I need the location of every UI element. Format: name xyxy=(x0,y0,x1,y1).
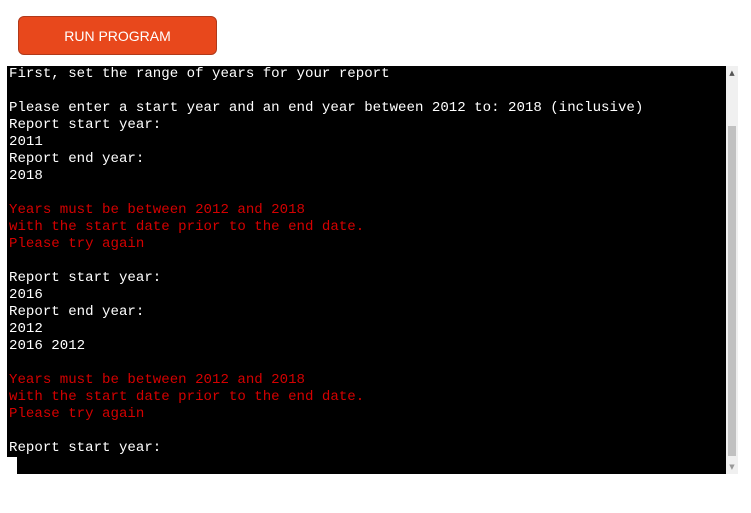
terminal-error-line: Years must be between 2012 and 2018 xyxy=(9,202,306,218)
terminal-error-line: Please try again xyxy=(9,406,145,422)
terminal-scrollbar[interactable]: ▲ ▼ xyxy=(726,66,738,474)
terminal-line: 2016 xyxy=(9,287,43,303)
terminal-line: First, set the range of years for your r… xyxy=(9,66,390,82)
terminal-text: First, set the range of years for your r… xyxy=(9,66,726,457)
run-program-button[interactable]: RUN PROGRAM xyxy=(18,16,217,55)
terminal-line: Report end year: xyxy=(9,151,145,167)
terminal-line: 2011 xyxy=(9,134,43,150)
terminal-line: Report end year: xyxy=(9,304,145,320)
page: RUN PROGRAM First, set the range of year… xyxy=(0,0,751,513)
scroll-down-arrow-icon[interactable]: ▼ xyxy=(726,462,738,472)
terminal-line: 2012 xyxy=(9,321,43,337)
terminal-error-line: Years must be between 2012 and 2018 xyxy=(9,372,306,388)
terminal-output[interactable]: First, set the range of years for your r… xyxy=(7,66,726,474)
terminal-error-line: with the start date prior to the end dat… xyxy=(9,389,365,405)
terminal-line: 2016 2012 xyxy=(9,338,86,354)
scrollbar-thumb[interactable] xyxy=(728,126,736,456)
terminal-line: Please enter a start year and an end yea… xyxy=(9,100,644,116)
terminal-line: Report start year: xyxy=(9,270,162,286)
terminal-line: Report start year: xyxy=(9,440,162,456)
terminal-gutter xyxy=(7,457,17,474)
terminal-error-line: with the start date prior to the end dat… xyxy=(9,219,365,235)
scroll-up-arrow-icon[interactable]: ▲ xyxy=(726,68,738,78)
terminal-error-line: Please try again xyxy=(9,236,145,252)
terminal-line: Report start year: xyxy=(9,117,162,133)
terminal-line: 2018 xyxy=(9,168,43,184)
